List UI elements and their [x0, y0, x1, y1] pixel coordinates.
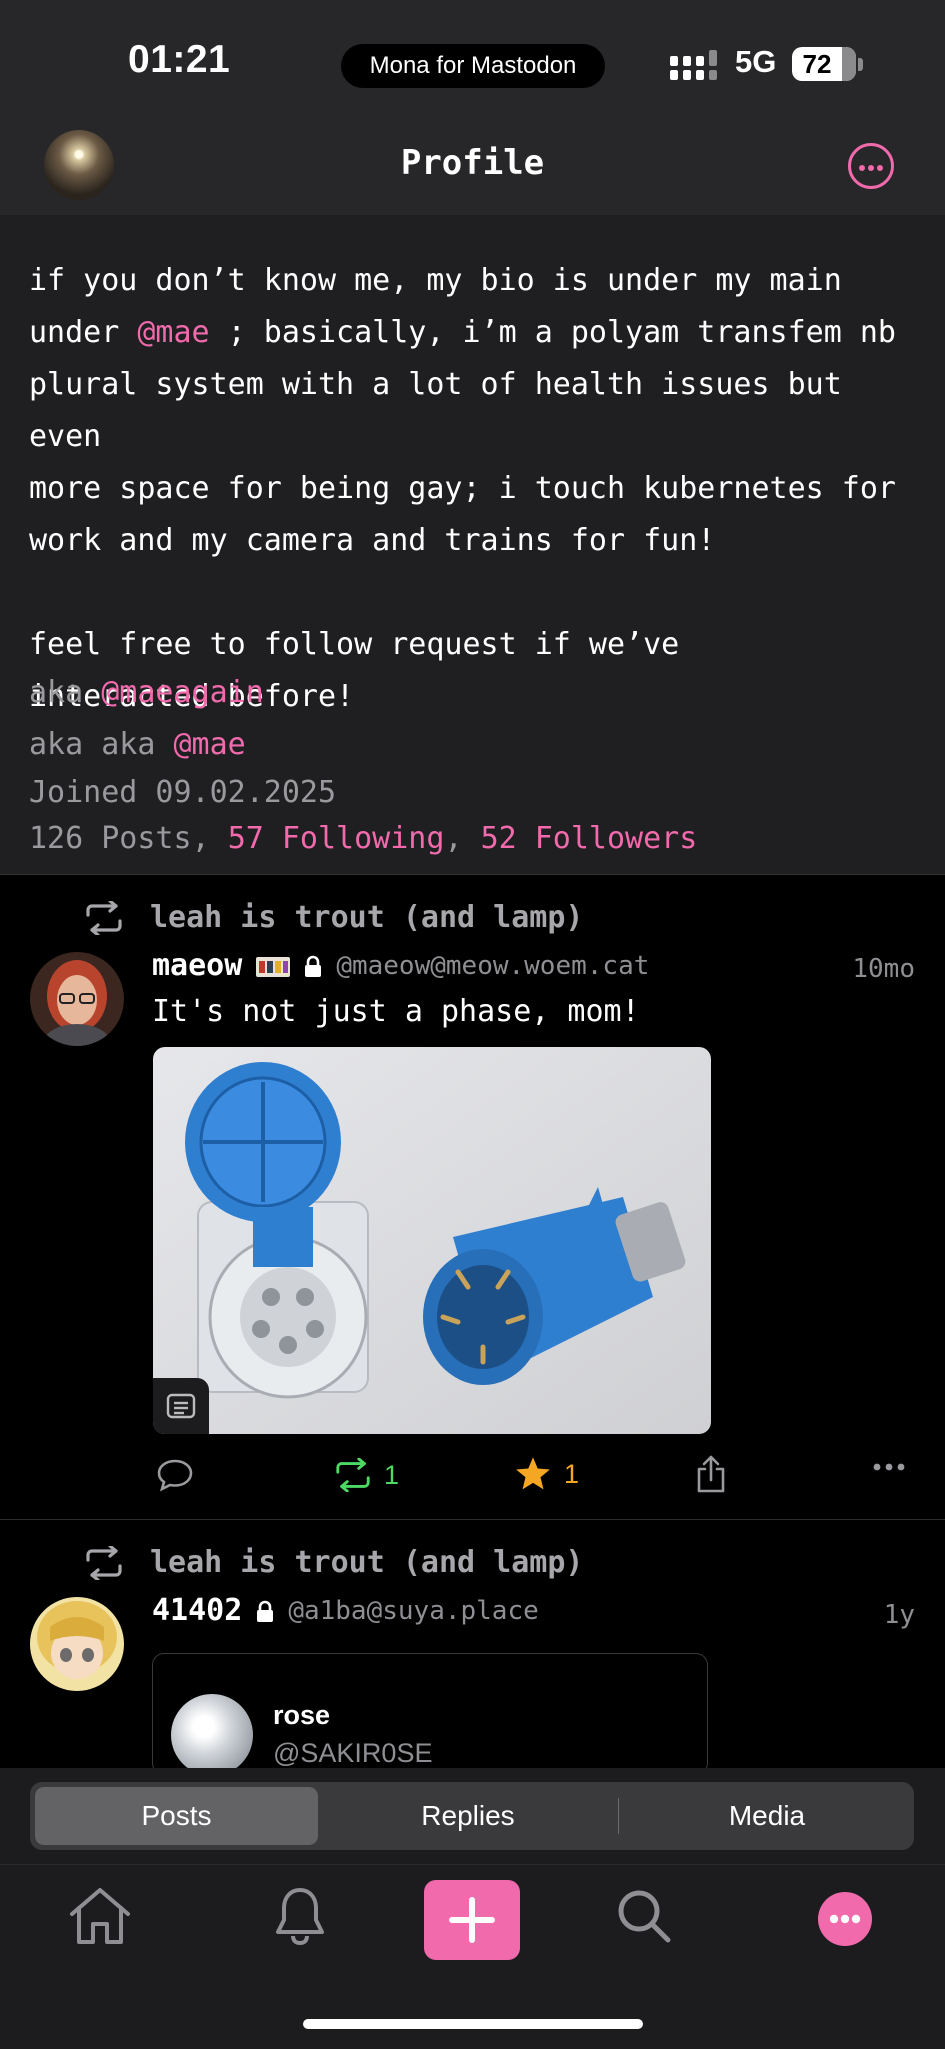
more-options-button[interactable] — [848, 143, 894, 189]
share-button[interactable] — [694, 1454, 728, 1494]
bell-icon — [276, 1888, 324, 1945]
tab-notifications[interactable] — [272, 1886, 328, 1950]
tab-home[interactable] — [68, 1886, 132, 1950]
boosted-by-row[interactable]: leah is trout (and lamp) — [84, 900, 583, 935]
aka-field-1: aka @maeagain — [29, 675, 264, 710]
battery-tip — [858, 58, 863, 71]
post-timestamp: 1y — [883, 1600, 915, 1630]
dynamic-island-app-name: Mona for Mastodon — [341, 44, 605, 88]
alt-text-button[interactable] — [153, 1378, 209, 1434]
status-time: 01:21 — [128, 38, 231, 81]
alt-text-icon — [166, 1393, 196, 1419]
search-icon — [618, 1890, 671, 1943]
quoted-post-card[interactable]: rose @SAKIR0SE — [152, 1653, 708, 1775]
author-display-name: 41402 — [152, 1593, 243, 1628]
profile-stats: 126 Posts, 57 Following, 52 Followers — [29, 821, 698, 856]
post-timestamp: 10mo — [852, 954, 915, 984]
avatar[interactable] — [30, 952, 124, 1046]
tab-more[interactable] — [818, 1892, 872, 1950]
reply-icon — [157, 1459, 193, 1492]
reply-button[interactable] — [156, 1458, 194, 1492]
boost-icon — [86, 900, 122, 935]
compose-button[interactable] — [424, 1880, 520, 1960]
battery-level: 72 — [802, 48, 832, 79]
page-title: Profile — [400, 143, 545, 183]
home-indicator — [303, 2019, 643, 2029]
boosted-by-name: leah is trout (and lamp) — [150, 900, 584, 935]
plus-icon — [449, 1897, 495, 1943]
profile-segmented-control: Posts Replies Media — [30, 1782, 914, 1850]
mention-link[interactable]: @mae — [137, 315, 209, 350]
lock-icon — [305, 955, 322, 977]
cellular-signal-icon — [670, 50, 717, 80]
aka-field-2: aka aka @mae — [29, 727, 246, 762]
post-author[interactable]: 41402 @a1ba@suya.place — [152, 1593, 539, 1628]
boost-button[interactable]: 1 — [334, 1458, 399, 1492]
more-circle-icon — [818, 1892, 872, 1946]
post-divider — [0, 1519, 945, 1520]
author-display-name: maeow — [152, 948, 243, 983]
custom-emoji-icon — [256, 956, 291, 977]
aka-link-1[interactable]: @maeagain — [101, 675, 264, 710]
quoted-avatar — [171, 1694, 253, 1774]
quoted-display-name: rose — [273, 1700, 331, 1730]
bio-text: if you don’t know me, my bio is under my… — [29, 263, 896, 714]
post-more-button[interactable] — [872, 1462, 906, 1472]
boost-icon — [86, 1545, 122, 1580]
post-content: It's not just a phase, mom! — [152, 994, 640, 1029]
segment-media[interactable]: Media — [620, 1782, 914, 1850]
boost-count: 1 — [384, 1459, 400, 1490]
segment-replies[interactable]: Replies — [320, 1782, 616, 1850]
star-icon — [516, 1457, 550, 1490]
boosted-by-row[interactable]: leah is trout (and lamp) — [84, 1545, 583, 1580]
post-image[interactable] — [153, 1047, 711, 1434]
post-author[interactable]: maeow @maeow@meow.woem.cat — [152, 948, 649, 983]
profile-bio-section: if you don’t know me, my bio is under my… — [0, 215, 945, 875]
boosted-by-name: leah is trout (and lamp) — [150, 1545, 584, 1580]
favourite-button[interactable]: 1 — [514, 1456, 579, 1492]
network-type: 5G — [735, 44, 777, 79]
home-icon — [70, 1888, 130, 1944]
segment-separator — [618, 1798, 619, 1834]
quoted-handle: @SAKIR0SE — [273, 1738, 433, 1768]
avatar[interactable] — [30, 1597, 124, 1691]
joined-date: Joined 09.02.2025 — [29, 775, 337, 810]
ellipsis-icon — [873, 1463, 905, 1471]
segment-posts[interactable]: Posts — [35, 1782, 318, 1850]
author-handle: @maeow@meow.woem.cat — [336, 950, 650, 981]
aka-link-2[interactable]: @mae — [174, 727, 246, 762]
favourite-count: 1 — [564, 1458, 580, 1489]
following-link[interactable]: 57 Following — [228, 821, 445, 856]
posts-count: 126 Posts — [29, 821, 192, 856]
share-icon — [697, 1455, 725, 1493]
author-handle: @a1ba@suya.place — [288, 1595, 539, 1626]
battery-icon: 72 — [792, 47, 856, 81]
lock-icon — [257, 1600, 274, 1622]
boost-icon — [336, 1458, 370, 1492]
tab-search[interactable] — [614, 1886, 674, 1950]
followers-link[interactable]: 52 Followers — [481, 821, 698, 856]
